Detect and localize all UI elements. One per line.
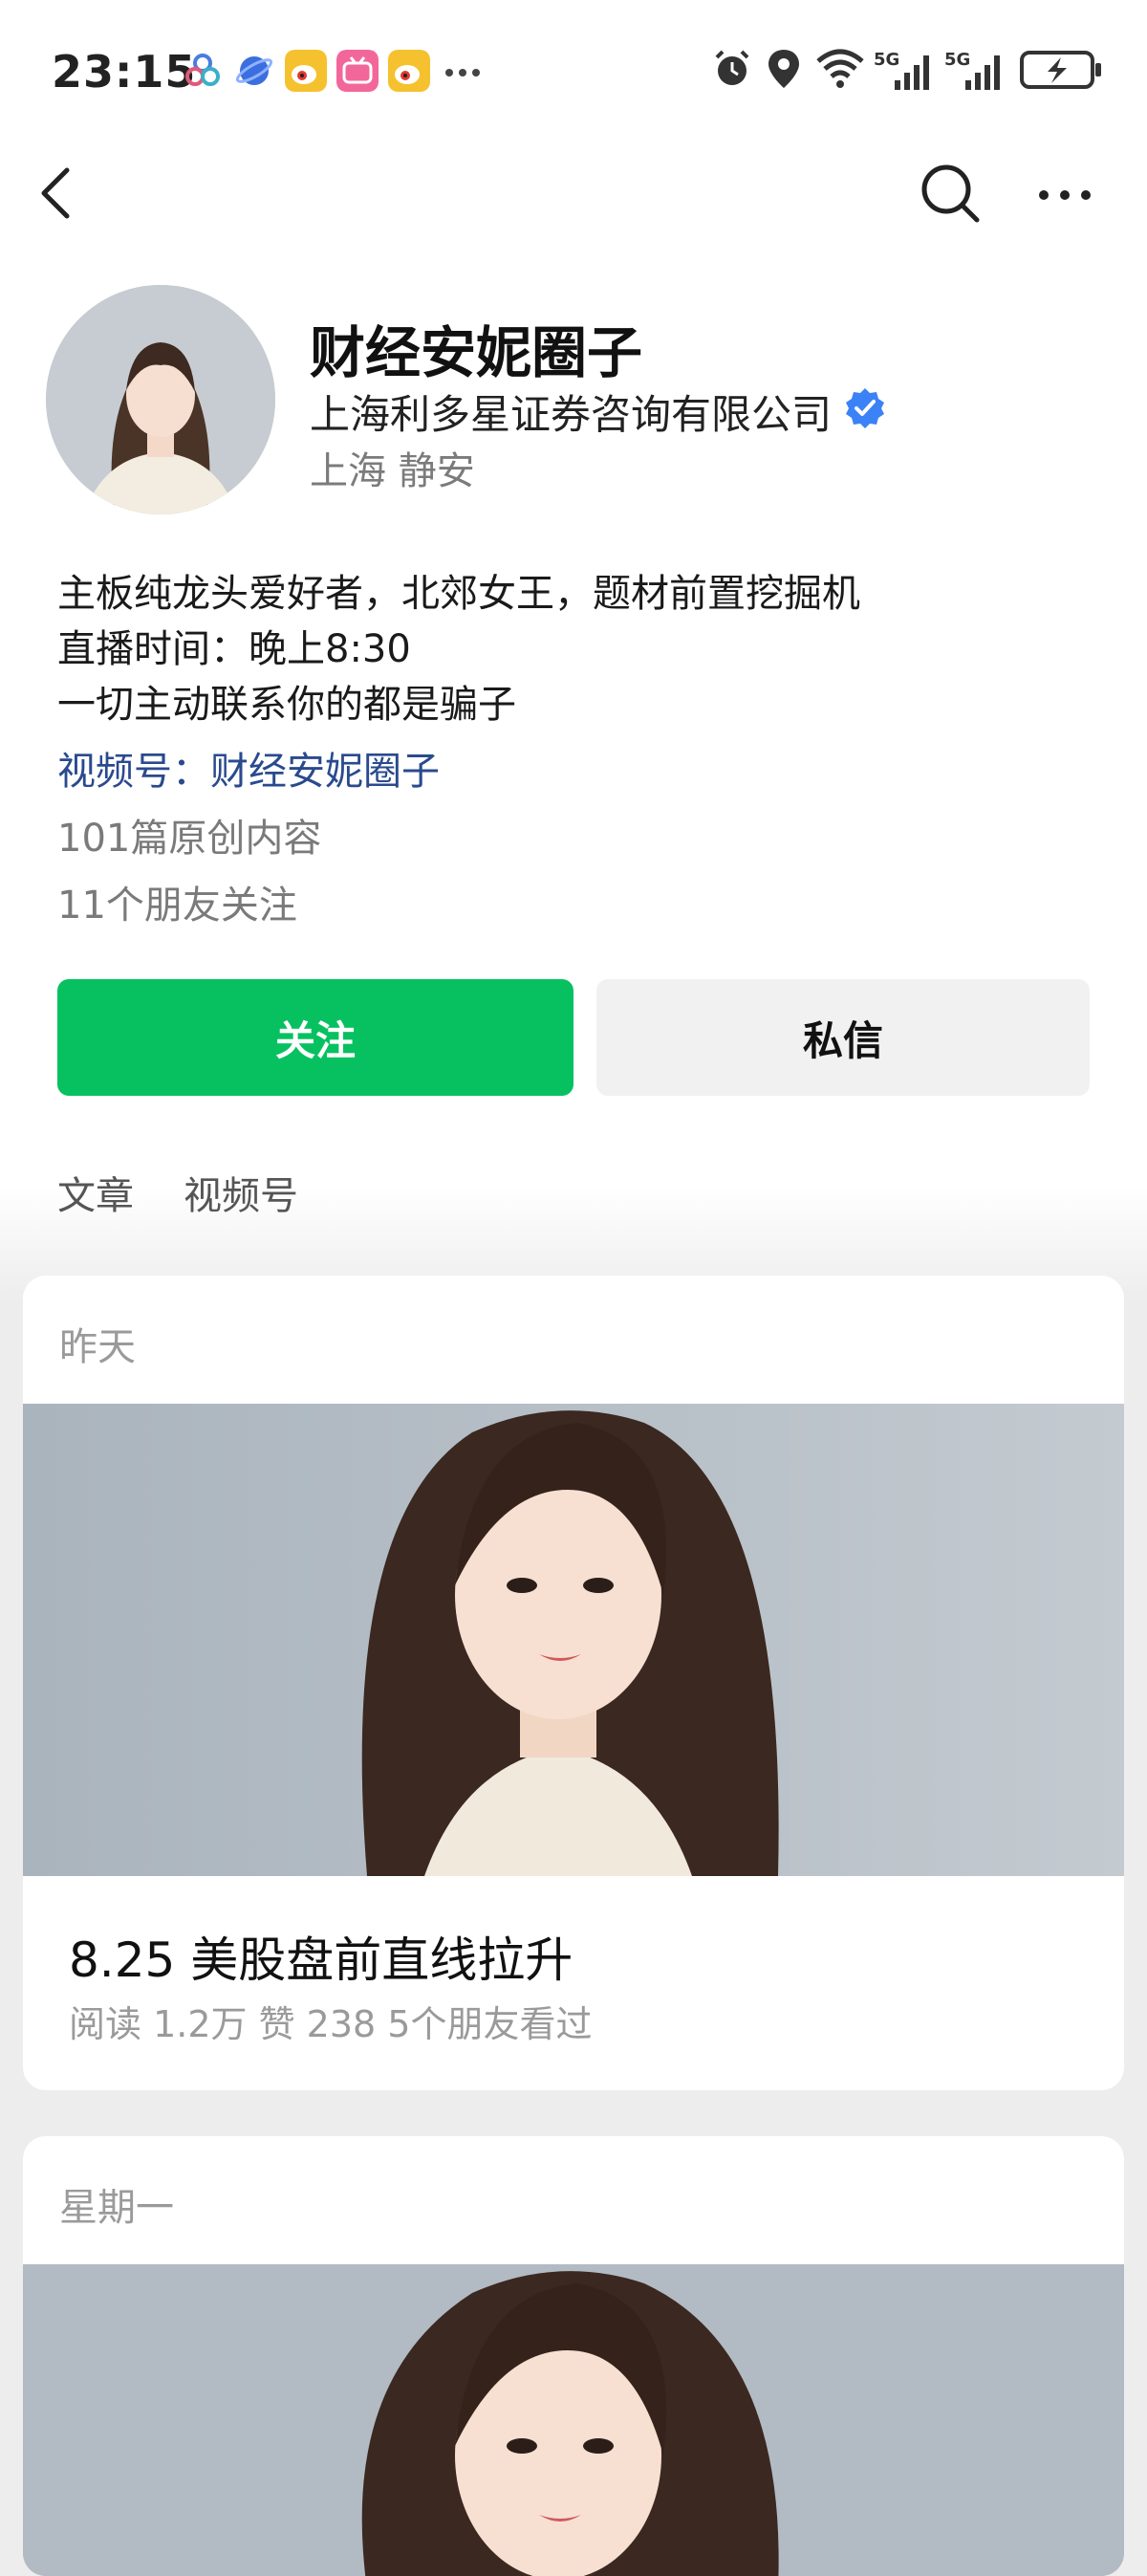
article-meta: 阅读 1.2万 赞 238 5个朋友看过 [69, 2003, 593, 2045]
status-bar: 23:15 5G 5G [0, 0, 1147, 143]
verified-badge-icon [846, 388, 884, 428]
channel-link[interactable]: 视频号：财经安妮圈子 [57, 740, 440, 796]
signal-5g-icon: 5G [874, 50, 929, 90]
alarm-icon [715, 50, 749, 85]
original-content-count[interactable]: 101篇原创内容 [57, 807, 321, 862]
svg-text:5G: 5G [944, 50, 970, 70]
account-name: 财经安妮圈子 [310, 320, 643, 385]
weibo-icon [285, 50, 327, 92]
battery-charging-icon [1020, 51, 1101, 89]
cover-portrait [23, 1404, 1124, 1876]
article-cover-image[interactable] [23, 1404, 1124, 1876]
company-name: 上海利多星证券咨询有限公司 [310, 391, 833, 438]
follow-button[interactable]: 关注 [57, 979, 574, 1096]
tab-articles[interactable]: 文章 [57, 1165, 134, 1220]
bio-line: 直播时间：晚上8:30 [57, 627, 411, 671]
article-title[interactable]: 8.25 美股盘前直线拉升 [69, 1922, 573, 1991]
friends-following-count[interactable]: 11个朋友关注 [57, 874, 297, 929]
dewflow-icon [185, 54, 220, 86]
signal-5g-icon: 5G [944, 50, 1000, 90]
cover-portrait [23, 2264, 1124, 2576]
wifi-icon [816, 49, 864, 88]
svg-text:5G: 5G [874, 50, 899, 70]
weibo-icon [388, 50, 430, 92]
back-chevron-icon[interactable] [34, 164, 76, 222]
avatar[interactable] [46, 285, 275, 514]
bio-line: 主板纯龙头爱好者，北郊女王，题材前置挖掘机 [57, 572, 860, 616]
bio-line: 一切主动联系你的都是骗子 [57, 683, 516, 727]
planet-icon [235, 56, 273, 85]
search-icon[interactable] [918, 161, 981, 224]
avatar-portrait [46, 285, 275, 514]
status-time: 23:15 [52, 46, 197, 98]
tab-channels[interactable]: 视频号 [184, 1165, 298, 1220]
more-icon[interactable] [1036, 168, 1093, 220]
location-icon [768, 50, 799, 88]
more-dots-icon [445, 69, 480, 76]
article-card[interactable]: 星期一 [23, 2136, 1124, 2576]
bilibili-icon [336, 50, 379, 92]
location-text: 上海 静安 [310, 449, 475, 493]
message-button[interactable]: 私信 [596, 979, 1090, 1096]
article-date: 昨天 [59, 1325, 136, 1369]
article-date: 星期一 [59, 2186, 174, 2230]
article-cover-image[interactable] [23, 2264, 1124, 2576]
article-card[interactable]: 昨天 8.25 美股盘前直线拉升 阅读 1.2万 赞 238 5个朋友看过 [23, 1276, 1124, 2090]
